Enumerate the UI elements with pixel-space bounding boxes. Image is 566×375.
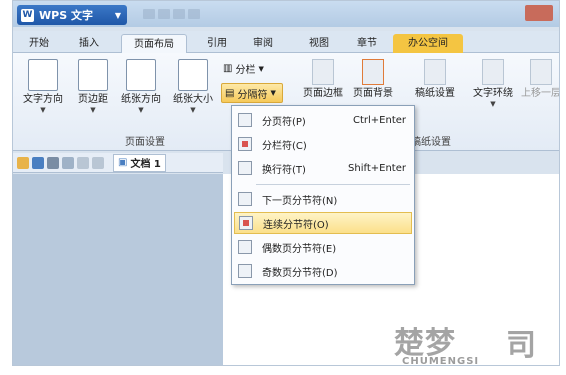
redo-icon[interactable] xyxy=(92,156,104,169)
separator-dropdown-menu: 分页符(P) Ctrl+Enter 分栏符(C) 换行符(T) Shift+En… xyxy=(231,105,415,285)
line-break-icon xyxy=(238,161,252,175)
watermark-logo-icon: 司 xyxy=(506,328,536,363)
wps-window: W WPS 文字 ▼ 开始 插入 页面布局 引用 审阅 视图 章节 办公空间 文… xyxy=(12,0,560,366)
page-background-icon xyxy=(362,59,384,85)
draft-settings-icon xyxy=(424,59,446,85)
menu-item-page-break[interactable]: 分页符(P) Ctrl+Enter xyxy=(234,109,412,131)
chevron-down-icon: ▼ xyxy=(114,10,121,20)
watermark-subtext: CHUMENGSI xyxy=(402,356,480,367)
orientation-icon xyxy=(126,59,156,91)
menu-item-line-break[interactable]: 换行符(T) Shift+Enter xyxy=(234,157,412,179)
quick-access-icon[interactable] xyxy=(158,9,170,19)
tab-office-space[interactable]: 办公空间 xyxy=(393,34,463,53)
even-page-section-icon xyxy=(238,240,252,254)
tab-insert[interactable]: 插入 xyxy=(71,34,107,53)
orientation-button[interactable]: 纸张方向 ▼ xyxy=(117,59,165,114)
chevron-down-icon: ▼ xyxy=(190,106,196,114)
margins-icon xyxy=(78,59,108,91)
chevron-down-icon: ▼ xyxy=(490,100,496,108)
menu-item-continuous-section[interactable]: 连续分节符(O) xyxy=(234,212,412,234)
tab-home[interactable]: 开始 xyxy=(21,34,57,53)
chevron-down-icon: ▼ xyxy=(138,106,144,114)
draft-settings-button[interactable]: 稿纸设置 xyxy=(411,59,459,100)
tab-chapter[interactable]: 章节 xyxy=(349,34,385,53)
tab-view[interactable]: 视图 xyxy=(301,34,337,53)
paper-size-icon xyxy=(178,59,208,91)
chevron-down-icon: ▼ xyxy=(90,106,96,114)
chevron-down-icon: ▼ xyxy=(40,106,46,114)
separator-button[interactable]: ▤ 分隔符 ▼ xyxy=(221,83,283,103)
open-folder-icon[interactable] xyxy=(17,156,29,169)
columns-button[interactable]: ▥ 分栏 ▼ xyxy=(223,61,264,76)
text-wrap-icon xyxy=(482,59,504,85)
columns-icon: ▥ xyxy=(223,63,233,74)
text-direction-button[interactable]: 文字方向 ▼ xyxy=(19,59,67,114)
paper-size-button[interactable]: 纸张大小 ▼ xyxy=(169,59,217,114)
title-bar: W WPS 文字 ▼ xyxy=(13,1,559,27)
print-preview-icon[interactable] xyxy=(62,156,74,169)
text-direction-icon xyxy=(28,59,58,91)
continuous-section-icon xyxy=(239,216,253,230)
margins-button[interactable]: 页边距 ▼ xyxy=(69,59,117,114)
menu-item-even-page-section[interactable]: 偶数页分节符(E) xyxy=(234,236,412,258)
odd-page-section-icon xyxy=(238,264,252,278)
tab-review[interactable]: 审阅 xyxy=(245,34,281,53)
separator-icon: ▤ xyxy=(225,87,235,99)
column-break-icon xyxy=(238,137,252,151)
document-icon: ▣ xyxy=(118,157,128,168)
menu-item-odd-page-section[interactable]: 奇数页分节符(D) xyxy=(234,260,412,282)
page-background-button[interactable]: 页面背景 xyxy=(349,59,397,100)
print-icon[interactable] xyxy=(47,156,59,169)
watermark: 楚梦 司 CHUMENGSI xyxy=(394,318,562,372)
chevron-down-icon: ▼ xyxy=(258,64,264,73)
tab-page-layout[interactable]: 页面布局 xyxy=(121,34,187,53)
wps-logo-icon: W xyxy=(21,8,34,22)
quick-access-icon[interactable] xyxy=(143,9,155,19)
quick-access-icon[interactable] xyxy=(173,9,185,19)
page-borders-button[interactable]: 页面边框 xyxy=(299,59,347,100)
next-page-section-icon xyxy=(238,192,252,206)
text-wrap-button[interactable]: 文字环绕 ▼ xyxy=(469,59,517,108)
page-borders-icon xyxy=(312,59,334,85)
menu-separator xyxy=(256,184,410,185)
bring-forward-icon xyxy=(530,59,552,85)
bring-forward-button[interactable]: 上移一层 xyxy=(517,59,559,100)
app-menu-button[interactable]: W WPS 文字 ▼ xyxy=(17,5,127,25)
chevron-down-icon: ▼ xyxy=(270,89,276,97)
group-label-draft: 稿纸设置 xyxy=(411,137,451,148)
document-toolbar: ▣ 文档 1 xyxy=(13,153,223,173)
page-break-icon xyxy=(238,113,252,127)
quick-access-icon[interactable] xyxy=(188,9,200,19)
app-title: WPS 文字 xyxy=(39,9,93,22)
menu-item-next-page-section[interactable]: 下一页分节符(N) xyxy=(234,188,412,210)
menu-item-column-break[interactable]: 分栏符(C) xyxy=(234,133,412,155)
close-window-button[interactable] xyxy=(525,5,553,21)
group-label-page-setup: 页面设置 xyxy=(125,137,165,148)
undo-icon[interactable] xyxy=(77,156,89,169)
ribbon-tabs: 开始 插入 页面布局 引用 审阅 视图 章节 办公空间 xyxy=(13,31,559,53)
quick-access-toolbar xyxy=(143,9,200,19)
tab-references[interactable]: 引用 xyxy=(199,34,235,53)
save-icon[interactable] xyxy=(32,156,44,169)
document-tab[interactable]: ▣ 文档 1 xyxy=(113,153,166,172)
